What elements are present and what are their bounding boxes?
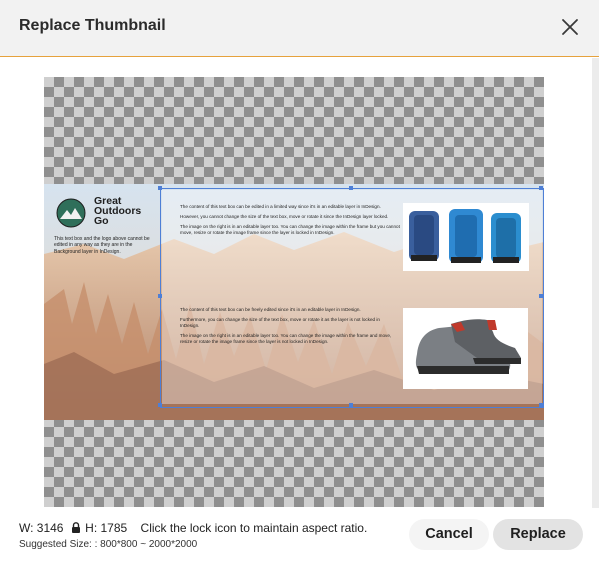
- selection-frame[interactable]: [158, 186, 544, 408]
- logo-note: This text box and the logo above cannot …: [54, 236, 150, 255]
- dialog-header: Replace Thumbnail: [0, 0, 599, 57]
- dialog-title: Replace Thumbnail: [19, 17, 166, 34]
- replace-thumbnail-dialog: Replace Thumbnail Great Outdoors Go This…: [0, 0, 599, 561]
- thumbnail-image: Great Outdoors Go This text box and the …: [44, 184, 544, 420]
- mountain-logo-icon: [56, 198, 86, 228]
- logo-text: Great Outdoors Go: [94, 195, 142, 227]
- lock-button[interactable]: [71, 522, 81, 533]
- resize-handle[interactable]: [158, 186, 162, 190]
- height-value: H: 1785: [85, 521, 128, 535]
- replace-button[interactable]: Replace: [493, 519, 583, 550]
- close-button[interactable]: [558, 15, 582, 39]
- resize-handle[interactable]: [349, 403, 353, 407]
- resize-handle[interactable]: [349, 186, 353, 190]
- resize-handle[interactable]: [539, 186, 543, 190]
- resize-handle[interactable]: [539, 403, 543, 407]
- cancel-button[interactable]: Cancel: [409, 519, 489, 550]
- lock-icon: [71, 522, 80, 533]
- scrollbar[interactable]: [592, 58, 599, 508]
- dimensions-readout: W: 3146 H: 1785 Click the lock icon to m…: [19, 521, 367, 535]
- width-value: W: 3146: [19, 521, 64, 535]
- close-icon: [562, 19, 578, 35]
- resize-handle[interactable]: [539, 294, 543, 298]
- resize-handle[interactable]: [158, 294, 162, 298]
- aspect-ratio-hint: Click the lock icon to maintain aspect r…: [140, 521, 368, 535]
- dialog-footer: W: 3146 H: 1785 Click the lock icon to m…: [0, 512, 599, 561]
- suggested-size: Suggested Size: : 800*800 ~ 2000*2000: [19, 539, 198, 550]
- resize-handle[interactable]: [158, 403, 162, 407]
- thumbnail-preview-canvas: Great Outdoors Go This text box and the …: [44, 77, 544, 507]
